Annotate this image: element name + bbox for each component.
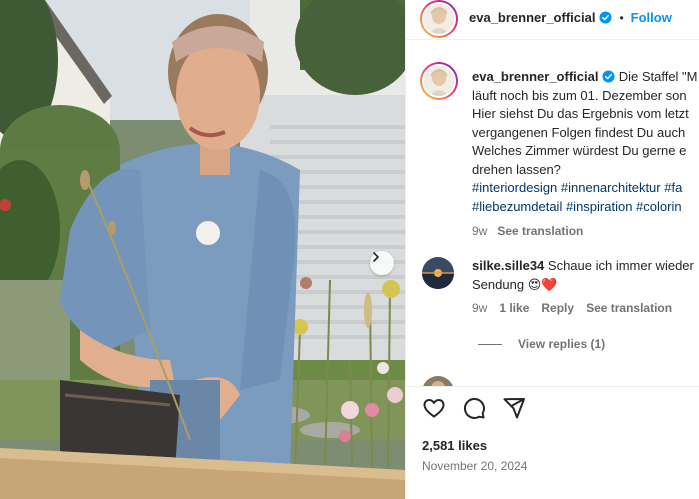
verified-badge-icon	[599, 11, 612, 24]
separator-dot: •	[619, 10, 624, 25]
avatar-image	[422, 257, 454, 289]
post-date[interactable]: November 20, 2024	[422, 459, 527, 473]
caption-line-3: vergangenen Folgen findest Du auch	[472, 124, 686, 140]
comment-likes[interactable]: 1 like	[499, 301, 529, 315]
caption-line-2: Hier siehst Du das Ergebnis vom letzt	[472, 106, 689, 121]
view-replies-label: View replies (1)	[518, 337, 606, 351]
heart-icon[interactable]	[422, 396, 446, 420]
carousel-next-button[interactable]	[370, 251, 394, 275]
caption-meta: 9w See translation	[472, 222, 699, 241]
share-icon[interactable]	[502, 396, 526, 420]
verified-badge-icon	[602, 70, 615, 83]
caption-time[interactable]: 9w	[472, 224, 487, 238]
caption-line-1: läuft noch bis zum 01. Dezember son	[472, 87, 687, 103]
hashtags-line-2[interactable]: #liebezumdetail #inspiration #colorin	[472, 198, 699, 217]
comment-text-line-2: Sendung	[472, 276, 525, 292]
avatar-image	[424, 4, 454, 34]
caption-see-translation[interactable]: See translation	[497, 224, 583, 238]
post-side-panel: eva_brenner_official • Follow eva_brenne…	[405, 0, 699, 499]
caption-line-0: Die Staffel "M	[618, 69, 698, 84]
caption-avatar[interactable]	[420, 62, 458, 100]
action-icons	[422, 396, 526, 420]
comment-emojis: 😍❤️	[527, 276, 558, 292]
comment-see-translation[interactable]: See translation	[586, 301, 672, 315]
commenter-username[interactable]: silke.sille34	[472, 258, 544, 273]
header-name-row: eva_brenner_official • Follow	[469, 10, 672, 25]
comment-icon[interactable]	[462, 396, 486, 420]
follow-button[interactable]: Follow	[631, 10, 672, 25]
post-actions: 2,581 likes November 20, 2024	[406, 386, 699, 499]
comment-meta: 9w 1 like Reply See translation	[472, 301, 672, 315]
hashtags-line-1[interactable]: #interiordesign #innenarchitektur #fa	[472, 179, 699, 198]
comment-text: silke.sille34 Schaue ich immer wieder Se…	[472, 257, 694, 294]
comment-text-line-1: Schaue ich immer wieder	[547, 258, 694, 273]
commenter-avatar[interactable]	[422, 257, 454, 289]
author-username[interactable]: eva_brenner_official	[469, 10, 595, 25]
likes-count[interactable]: 2,581 likes	[422, 438, 487, 453]
comment-time[interactable]: 9w	[472, 301, 487, 315]
caption-line-5: drehen lassen?	[472, 161, 561, 177]
comment-reply-button[interactable]: Reply	[541, 301, 574, 315]
caption-line: eva_brenner_official Die Staffel "M	[472, 68, 699, 87]
caption-username[interactable]: eva_brenner_official	[472, 69, 598, 84]
caption-line-4: Welches Zimmer würdest Du gerne e	[472, 143, 687, 158]
photo-illustration	[0, 0, 405, 499]
avatar-image	[424, 66, 454, 96]
view-replies-button[interactable]: View replies (1)	[478, 337, 605, 351]
post-photo[interactable]	[0, 0, 405, 499]
caption-text: eva_brenner_official Die Staffel "M läuf…	[472, 68, 699, 241]
post-header: eva_brenner_official • Follow	[406, 0, 699, 40]
author-avatar[interactable]	[420, 0, 458, 38]
replies-divider	[478, 343, 502, 345]
chevron-right-icon	[373, 252, 379, 262]
